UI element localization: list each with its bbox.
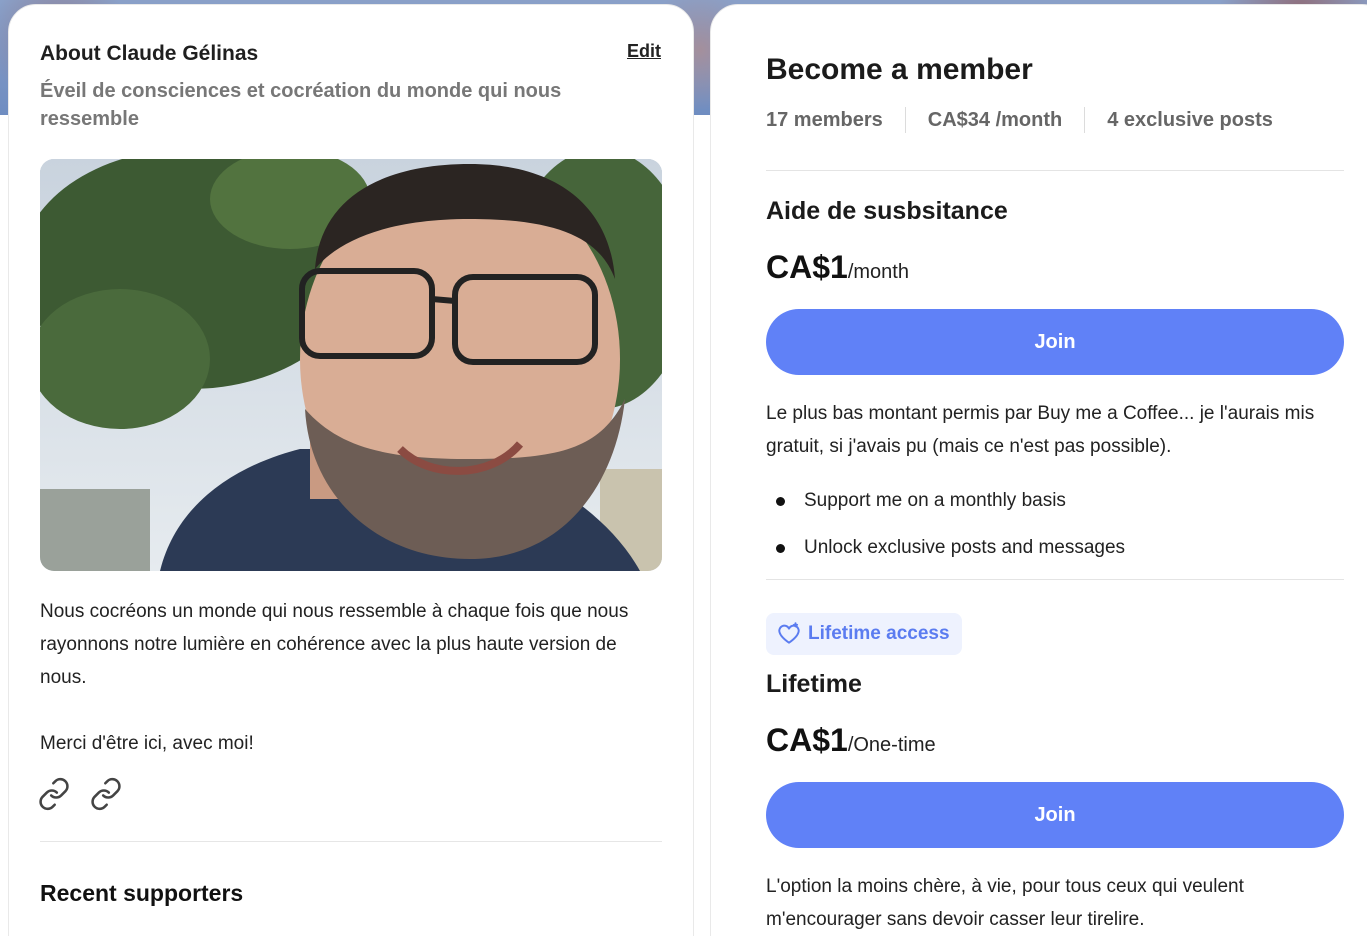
bio: Nous cocréons un monde qui nous ressembl… <box>40 595 640 760</box>
membership-stats: 17 members CA$34 /month 4 exclusive post… <box>766 107 1273 133</box>
badge-label: Lifetime access <box>808 623 950 644</box>
tier-price-amount: CA$1 <box>766 722 848 758</box>
divider <box>766 579 1344 580</box>
membership-card: Become a member 17 members CA$34 /month … <box>710 4 1367 936</box>
profile-photo-illustration <box>40 159 662 571</box>
profile-photo <box>40 159 662 571</box>
bio-paragraph: Merci d'être ici, avec moi! <box>40 733 254 754</box>
perk-item: Unlock exclusive posts and messages <box>766 524 1125 571</box>
link-icon[interactable] <box>37 777 71 811</box>
heart-sparkle-icon <box>778 622 800 644</box>
stat-separator <box>904 107 906 133</box>
exclusive-posts-count: 4 exclusive posts <box>1107 108 1273 131</box>
perk-text: Support me on a monthly basis <box>804 490 1066 511</box>
stat-separator <box>1084 107 1086 133</box>
perk-list: Support me on a monthly basis Unlock exc… <box>766 477 1125 571</box>
tier-price-period: /month <box>847 261 909 283</box>
page: About Claude Gélinas Edit Éveil de consc… <box>0 0 1367 936</box>
tier-price: CA$1/One-time <box>766 722 936 759</box>
perk-text: Unlock exclusive posts and messages <box>804 537 1126 558</box>
bullet-icon <box>776 544 785 553</box>
lifetime-access-badge: Lifetime access <box>766 613 962 655</box>
social-links <box>37 777 137 816</box>
tier-price-period: /One-time <box>847 734 936 756</box>
tagline: Éveil de consciences et cocréation du mo… <box>40 80 562 130</box>
bullet-icon <box>776 497 785 506</box>
divider <box>766 170 1344 171</box>
divider <box>40 841 662 842</box>
tier-price: CA$1/month <box>766 249 909 286</box>
tier-name: Aide de susbsitance <box>766 197 1008 225</box>
bio-paragraph: Nous cocréons un monde qui nous ressembl… <box>40 601 629 688</box>
tier-description: L'option la moins chère, à vie, pour tou… <box>766 876 1244 930</box>
membership-title: Become a member <box>766 53 1033 86</box>
edit-link[interactable]: Edit <box>627 41 661 62</box>
tier-name: Lifetime <box>766 670 862 698</box>
monthly-total: CA$34 /month <box>927 108 1063 131</box>
join-button[interactable]: Join <box>766 782 1344 848</box>
tier-description: Le plus bas montant permis par Buy me a … <box>766 403 1315 457</box>
about-card: About Claude Gélinas Edit Éveil de consc… <box>8 4 694 936</box>
perk-item: Support me on a monthly basis <box>766 477 1125 524</box>
tier-price-amount: CA$1 <box>766 249 848 285</box>
join-button[interactable]: Join <box>766 309 1344 375</box>
members-count: 17 members <box>766 108 883 131</box>
recent-supporters-title: Recent supporters <box>40 880 244 906</box>
about-title: About Claude Gélinas <box>40 42 259 65</box>
link-icon[interactable] <box>89 777 123 811</box>
